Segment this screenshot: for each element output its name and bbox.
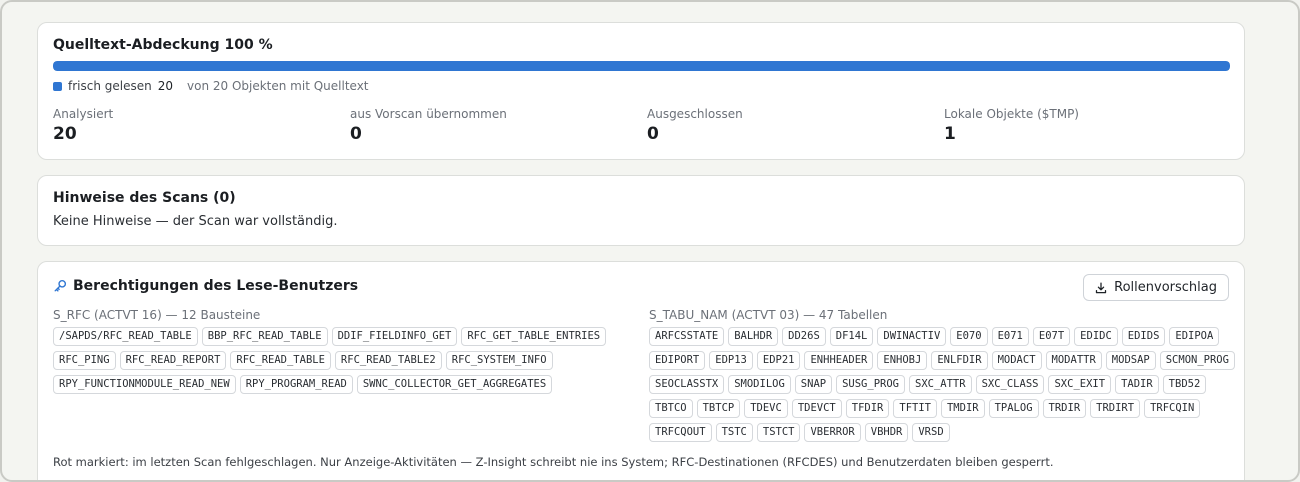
download-icon <box>1095 282 1107 293</box>
permission-chip: SXC_ATTR <box>909 375 972 394</box>
permission-chip: TRFCQIN <box>1144 399 1201 418</box>
permission-chip: TFDIR <box>845 399 890 418</box>
key-icon <box>54 279 67 292</box>
permission-chip: TMDIR <box>940 399 985 418</box>
permission-chip: DDIF_FIELDINFO_GET <box>331 327 458 346</box>
stat-vorscan: aus Vorscan übernommen 0 <box>350 107 507 144</box>
hints-title: Hinweise des Scans (0) <box>53 190 236 206</box>
stat-label: aus Vorscan übernommen <box>350 107 507 121</box>
permission-chip: TFTIT <box>893 399 937 418</box>
permission-chip: EDIDS <box>1121 327 1166 346</box>
stat-label: Lokale Objekte ($TMP) <box>944 107 1079 121</box>
permission-chip: RFC_READ_TABLE <box>230 351 331 370</box>
permission-chip: DF14L <box>829 327 874 346</box>
permission-chip: MODSAP <box>1105 351 1156 370</box>
stat-value: 0 <box>647 124 659 144</box>
permission-chip: DWINACTIV <box>877 327 947 346</box>
permission-chip: VBERROR <box>804 423 861 442</box>
hints-text: Keine Hinweise — der Scan war vollständi… <box>53 214 338 229</box>
permission-chip: MODACT <box>991 351 1042 370</box>
permission-chip: ENHOBJ <box>877 351 928 370</box>
permission-chip: TRDIR <box>1042 399 1087 418</box>
permission-chip: ARFCSSTATE <box>649 327 725 346</box>
permission-chip: RFC_READ_REPORT <box>119 351 227 370</box>
permission-chip: TRDIRT <box>1090 399 1141 418</box>
permission-chip: RFC_READ_TABLE2 <box>334 351 442 370</box>
legend-count: 20 <box>157 79 173 93</box>
stat-lokale-objekte: Lokale Objekte ($TMP) 1 <box>944 107 1079 144</box>
coverage-title: Quelltext-Abdeckung 100 % <box>53 37 273 53</box>
coverage-progress-fill <box>53 61 1230 71</box>
app-frame: Quelltext-Abdeckung 100 % frisch gelesen… <box>0 0 1300 482</box>
tabu-heading: S_TABU_NAM (ACTVT 03) — 47 Tabellen <box>649 308 888 322</box>
permission-chip: EDIPORT <box>649 351 706 370</box>
permission-chip: SWNC_COLLECTOR_GET_AGGREGATES <box>356 375 553 394</box>
permission-chip: TSTC <box>715 423 753 442</box>
permission-chip: SMODILOG <box>728 375 791 394</box>
stat-ausgeschlossen: Ausgeschlossen 0 <box>647 107 743 144</box>
stat-value: 20 <box>53 124 77 144</box>
permission-chip: SUSG_PROG <box>836 375 905 394</box>
permission-chip: VBHDR <box>864 423 909 442</box>
stat-label: Analysiert <box>53 107 114 121</box>
tabu-column: S_TABU_NAM (ACTVT 03) — 47 Tabellen ARFC… <box>649 308 1239 442</box>
permission-chip: BBP_RFC_READ_TABLE <box>201 327 328 346</box>
permission-chip: ENLFDIR <box>931 351 988 370</box>
permission-chip: BALHDR <box>728 327 779 346</box>
rfc-heading: S_RFC (ACTVT 16) — 12 Bausteine <box>53 308 261 322</box>
rfc-column: S_RFC (ACTVT 16) — 12 Bausteine /SAPDS/R… <box>53 308 633 394</box>
legend-swatch <box>53 81 62 91</box>
permission-chip: RPY_PROGRAM_READ <box>239 375 353 394</box>
stat-value: 0 <box>350 124 362 144</box>
tabu-chip-list: ARFCSSTATE BALHDR DD26S DF14L DWINACTIV E070 E… <box>649 327 1239 442</box>
permission-chip: RFC_PING <box>53 351 116 370</box>
coverage-progress-bar <box>53 61 1230 71</box>
permission-chip: EDP21 <box>756 351 801 370</box>
permissions-card: Berechtigungen des Lese-Benutzers Rollen… <box>37 261 1245 480</box>
permission-chip: TBTCO <box>649 399 693 418</box>
permission-chip: MODATTR <box>1045 351 1102 370</box>
permission-chip: SCMON_PROG <box>1159 351 1235 370</box>
permission-chip: EDIPOA <box>1169 327 1220 346</box>
rollenvorschlag-label: Rollenvorschlag <box>1114 280 1217 295</box>
permission-chip: TPALOG <box>988 399 1039 418</box>
permission-chip: TDEVC <box>744 399 788 418</box>
coverage-legend: frisch gelesen 20 von 20 Objekten mit Qu… <box>53 79 369 93</box>
permission-chip: SXC_CLASS <box>975 375 1045 394</box>
stat-label: Ausgeschlossen <box>647 107 743 121</box>
permission-chip: VRSD <box>912 423 950 442</box>
permission-chip: EDIDC <box>1074 327 1118 346</box>
legend-note: von 20 Objekten mit Quelltext <box>187 79 369 93</box>
permission-chip: E071 <box>991 327 1029 346</box>
permission-chip: /SAPDS/RFC_READ_TABLE <box>53 327 198 346</box>
permission-chip: DD26S <box>782 327 826 346</box>
stat-analysiert: Analysiert 20 <box>53 107 113 144</box>
coverage-card: Quelltext-Abdeckung 100 % frisch gelesen… <box>37 22 1245 160</box>
permission-chip: SXC_EXIT <box>1048 375 1112 394</box>
permission-chip: TBTCP <box>696 399 741 418</box>
hints-card: Hinweise des Scans (0) Keine Hinweise — … <box>37 175 1245 246</box>
permission-chip: E070 <box>950 327 988 346</box>
permission-chip: TBD52 <box>1162 375 1207 394</box>
permissions-footnote: Rot markiert: im letzten Scan fehlgeschl… <box>53 455 1054 469</box>
permission-chip: TRFCQOUT <box>649 423 712 442</box>
legend-label: frisch gelesen <box>68 79 152 93</box>
coverage-stats: Analysiert 20 aus Vorscan übernommen 0 A… <box>53 107 1243 147</box>
rfc-chip-list: /SAPDS/RFC_READ_TABLE BBP_RFC_READ_TABLE D… <box>53 327 633 394</box>
permission-chip: TDEVCT <box>791 399 842 418</box>
permission-chip: TSTCT <box>756 423 801 442</box>
permission-chip: SEOCLASSTX <box>649 375 725 394</box>
permission-chip: ENHHEADER <box>804 351 874 370</box>
permissions-title: Berechtigungen des Lese-Benutzers <box>73 278 359 294</box>
permission-chip: RFC_GET_TABLE_ENTRIES <box>461 327 607 346</box>
permission-chip: RFC_SYSTEM_INFO <box>445 351 553 370</box>
permission-chip: E07T <box>1032 327 1071 346</box>
stat-value: 1 <box>944 124 956 144</box>
permission-chip: TADIR <box>1115 375 1159 394</box>
permission-chip: SNAP <box>794 375 833 394</box>
permission-chip: RPY_FUNCTIONMODULE_READ_NEW <box>53 375 236 394</box>
permission-chip: EDP13 <box>709 351 753 370</box>
rollenvorschlag-button[interactable]: Rollenvorschlag <box>1083 274 1229 301</box>
